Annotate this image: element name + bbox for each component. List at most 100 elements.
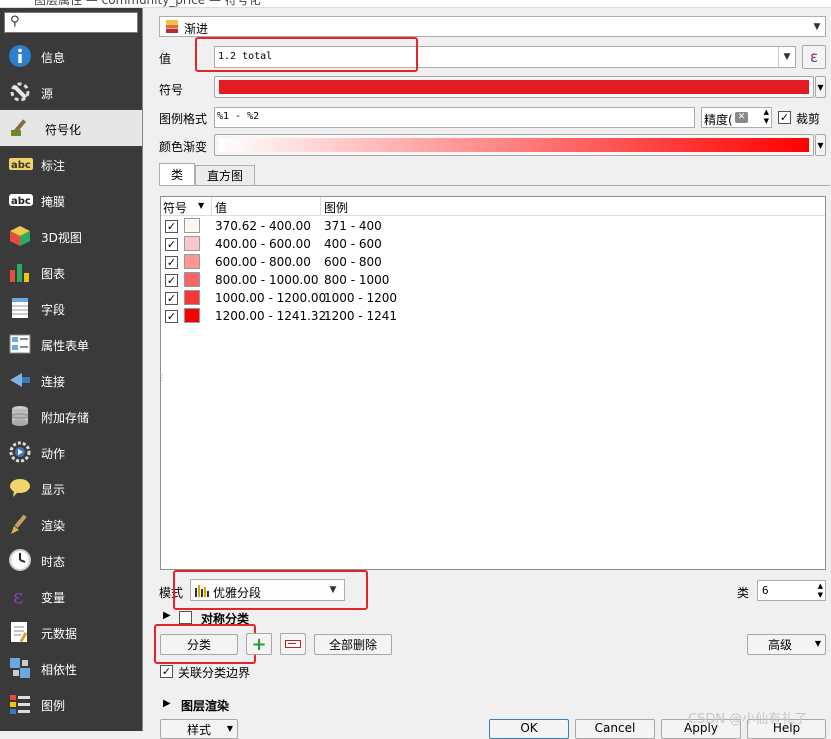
class-value[interactable]: 600.00 - 800.00 [215,255,311,269]
class-visible-checkbox[interactable]: ✓ [165,238,178,251]
spin-arrows-icon[interactable]: ▲ ▼ [764,108,769,126]
expand-arrow-icon[interactable]: ▶ [163,698,171,709]
variables-epsilon-icon: ε [8,584,34,608]
legend-format-input[interactable]: %1 - %2 [214,107,695,128]
class-color-swatch[interactable] [184,218,200,233]
class-value[interactable]: 1200.00 - 1241.32 [215,309,326,323]
sidebar-item[interactable]: 字段 [0,290,142,326]
expand-arrow-icon[interactable]: ▶ [163,610,171,621]
sidebar-item[interactable]: 动作 [0,434,142,470]
symbol-button[interactable] [214,76,814,98]
class-legend[interactable]: 1000 - 1200 [324,291,397,305]
advanced-button[interactable]: 高级 ▼ [747,634,826,655]
header-legend[interactable]: 图例 [324,199,348,216]
mask-abc-icon: abc [8,188,34,212]
class-color-swatch[interactable] [184,236,200,251]
sidebar-item[interactable]: 源 [0,74,142,110]
annotation-highlight-classify [154,624,256,664]
delete-all-button[interactable]: 全部删除 [314,634,392,655]
sidebar-item[interactable]: 时态 [0,542,142,578]
class-value[interactable]: 1000.00 - 1200.00 [215,291,326,305]
sidebar-item[interactable]: 元数据 [0,614,142,650]
class-visible-checkbox[interactable]: ✓ [165,220,178,233]
table-row[interactable]: ✓ 600.00 - 800.00 600 - 800 [161,253,825,271]
sidebar-item[interactable]: 图表 [0,254,142,290]
class-value[interactable]: 800.00 - 1000.00 [215,273,319,287]
sidebar-item[interactable]: 属性表单 [0,326,142,362]
class-legend[interactable]: 400 - 600 [324,237,382,251]
sidebar-item[interactable]: abc 标注 [0,146,142,182]
table-row[interactable]: ✓ 400.00 - 600.00 400 - 600 [161,235,825,253]
sidebar-item[interactable]: 渲染 [0,506,142,542]
class-color-swatch[interactable] [184,272,200,287]
renderer-select[interactable]: 渐进 ▼ [159,16,826,37]
attributes-form-icon [8,332,34,356]
delete-all-label: 全部删除 [328,638,377,652]
class-color-swatch[interactable] [184,308,200,323]
cancel-button[interactable]: Cancel [575,719,655,739]
info-icon [8,44,34,68]
symbology-brush-icon [8,116,34,140]
precision-spinbox[interactable]: 精度( ✕ ▲ ▼ [701,107,772,128]
sidebar: ⚲ 信息源符号化 abc 标注 abc 掩膜 3D视图 图表 字段 属性表单 连接 附加存储 动作 显示… [0,8,142,731]
symbol-menu-arrow[interactable]: ▼ [815,76,826,98]
class-color-swatch[interactable] [184,290,200,305]
legend-format-text: %1 - %2 [217,111,260,122]
sidebar-item-label: 附加存储 [41,411,90,425]
svg-text:abc: abc [11,196,31,207]
chevron-down-icon: ▼ [226,724,233,733]
table-row[interactable]: ✓ 1200.00 - 1241.32 1200 - 1241 [161,307,825,325]
watermark: CSDN @小仙有礼了 [688,712,808,727]
class-value[interactable]: 400.00 - 600.00 [215,237,311,251]
sidebar-item[interactable]: ε 变量 [0,578,142,614]
sort-arrow-icon: ▼ [198,201,205,210]
sidebar-item[interactable]: 3D视图 [0,218,142,254]
style-button[interactable]: 样式 ▼ [160,719,238,739]
symmetric-checkbox[interactable] [179,611,192,624]
classes-count-spinbox[interactable]: 6 ▲ ▼ [757,580,826,601]
add-class-button[interactable]: + [246,633,272,655]
sidebar-item[interactable]: 符号化 [0,110,142,146]
sidebar-item-label: 属性表单 [41,339,90,353]
sidebar-item[interactable]: abc 掩膜 [0,182,142,218]
sidebar-search-input[interactable]: ⚲ [4,12,138,33]
sidebar-item-label: 标注 [41,159,66,173]
color-ramp-button[interactable] [214,134,814,156]
tab-histogram[interactable]: 直方图 [195,165,255,185]
class-visible-checkbox[interactable]: ✓ [165,256,178,269]
class-visible-checkbox[interactable]: ✓ [165,292,178,305]
classes-table[interactable]: 符号 ▼ 值 图例 ✓ 370.62 - 400.00 371 - 400 ✓ 400.… [158,196,826,570]
sidebar-item-label: 3D视图 [41,231,82,245]
tab-classes[interactable]: 类 [159,163,195,185]
sidebar-item[interactable]: 相依性 [0,650,142,686]
class-legend[interactable]: 800 - 1000 [324,273,389,287]
ok-button[interactable]: OK [489,719,569,739]
table-row[interactable]: ✓ 370.62 - 400.00 371 - 400 [161,217,825,235]
resize-grip-icon[interactable]: ⋮ [158,373,166,382]
cancel-label: Cancel [594,721,636,735]
class-visible-checkbox[interactable]: ✓ [165,274,178,287]
link-boundaries-label: 关联分类边界 [178,666,251,680]
remove-class-button[interactable] [280,633,306,655]
sidebar-item[interactable]: 信息 [0,38,142,74]
class-legend[interactable]: 600 - 800 [324,255,382,269]
color-ramp-menu-arrow[interactable]: ▼ [815,134,826,156]
class-value[interactable]: 370.62 - 400.00 [215,219,311,233]
header-symbol[interactable]: 符号 [163,199,187,216]
sidebar-item[interactable]: 图例 [0,686,142,722]
spin-arrows-icon[interactable]: ▲ ▼ [818,582,823,600]
sidebar-item[interactable]: 附加存储 [0,398,142,434]
expression-button[interactable]: ε [802,45,826,69]
trim-checkbox[interactable]: ✓ [778,111,791,124]
class-legend[interactable]: 371 - 400 [324,219,382,233]
class-color-swatch[interactable] [184,254,200,269]
class-visible-checkbox[interactable]: ✓ [165,310,178,323]
clear-icon[interactable]: ✕ [735,112,748,123]
sidebar-item[interactable]: 显示 [0,470,142,506]
sidebar-item[interactable]: 连接 [0,362,142,398]
table-row[interactable]: ✓ 1000.00 - 1200.00 1000 - 1200 [161,289,825,307]
header-value[interactable]: 值 [215,199,227,216]
class-legend[interactable]: 1200 - 1241 [324,309,397,323]
link-boundaries-checkbox[interactable]: ✓ [160,665,173,678]
table-row[interactable]: ✓ 800.00 - 1000.00 800 - 1000 [161,271,825,289]
